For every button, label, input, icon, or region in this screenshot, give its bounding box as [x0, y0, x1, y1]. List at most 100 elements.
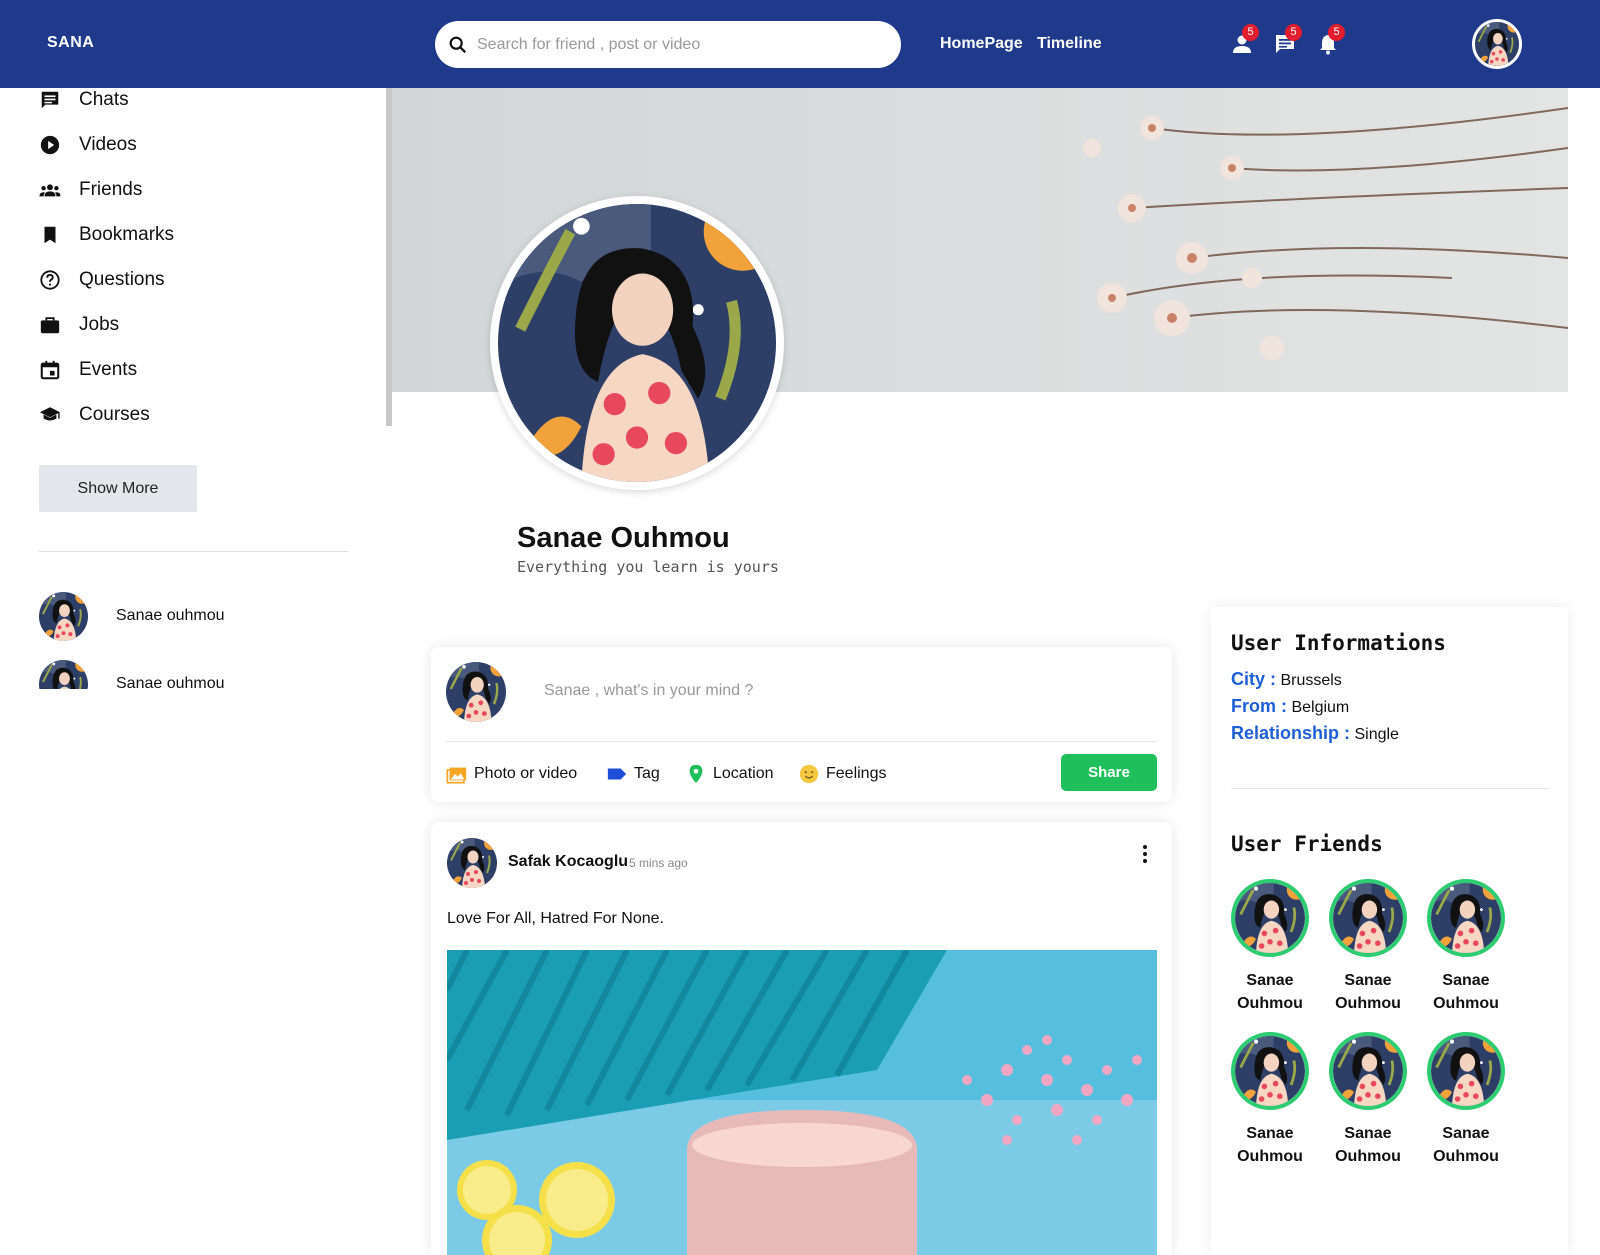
friend-first-name: Sanae	[1246, 972, 1294, 989]
info-relationship: Relationship : Single	[1231, 723, 1399, 744]
right-panel: User Informations City : Brussels From :…	[1211, 607, 1568, 1255]
emoji-icon	[799, 764, 819, 784]
messages-badge: 5	[1285, 24, 1302, 41]
share-option-feelings[interactable]: Feelings	[798, 763, 886, 785]
search-input[interactable]	[477, 35, 877, 54]
sidebar-item-label: Videos	[79, 134, 137, 155]
sidebar-item-label: Jobs	[79, 314, 120, 335]
app-logo[interactable]: SANA	[47, 34, 94, 52]
info-key: From :	[1231, 696, 1287, 716]
user-friend[interactable]: Sanae Ouhmou	[1426, 1032, 1506, 1168]
sidebar-item-label: Friends	[79, 179, 143, 200]
friend-first-name: Sanae	[1246, 1125, 1294, 1142]
sidebar-friend[interactable]: Sanae ouhmou	[39, 591, 225, 641]
bookmark-icon	[44, 226, 56, 244]
label-icon	[607, 768, 627, 780]
friend-name: Sanae ouhmou	[116, 607, 225, 624]
search-bar[interactable]	[435, 21, 901, 68]
friend-first-name: Sanae	[1344, 972, 1392, 989]
user-friend[interactable]: Sanae Ouhmou	[1426, 879, 1506, 1015]
share-button[interactable]: Share	[1061, 754, 1157, 791]
sidebar-item-bookmarks[interactable]: Bookmarks	[39, 220, 174, 250]
sidebar-item-label: Courses	[79, 404, 150, 425]
briefcase-icon	[40, 317, 60, 334]
sidebar-item-jobs[interactable]: Jobs	[39, 310, 119, 340]
user-avatar[interactable]	[1472, 19, 1522, 69]
show-more-button[interactable]: Show More	[39, 465, 197, 512]
sidebar-item-label: Chats	[79, 89, 129, 110]
avatar	[1333, 883, 1403, 953]
user-friend[interactable]: Sanae Ouhmou	[1328, 879, 1408, 1015]
profile-name: Sanae Ouhmou	[517, 522, 730, 554]
divider	[1231, 788, 1548, 789]
avatar	[1235, 883, 1305, 953]
avatar	[1235, 1036, 1305, 1106]
share-option-photo[interactable]: Photo or video	[446, 763, 577, 785]
more-vert-icon[interactable]	[1133, 842, 1157, 866]
avatar[interactable]	[447, 838, 497, 888]
share-option-label: Photo or video	[474, 765, 578, 782]
avatar	[39, 660, 88, 690]
profile-picture[interactable]	[490, 196, 784, 490]
user-info-title: User Informations	[1231, 631, 1446, 655]
chat-icon	[41, 91, 59, 109]
info-value: Belgium	[1291, 699, 1350, 716]
share-input[interactable]	[544, 682, 1104, 700]
share-option-tag[interactable]: Tag	[606, 763, 660, 785]
nav-timeline-link[interactable]: Timeline	[1037, 35, 1102, 53]
avatar	[39, 592, 88, 641]
friend-first-name: Sanae	[1344, 1125, 1392, 1142]
top-navbar: SANA HomePage Timeline 5 5 5	[0, 0, 1600, 88]
user-friend[interactable]: Sanae Ouhmou	[1328, 1032, 1408, 1168]
play-circle-icon	[40, 135, 60, 155]
group-icon	[39, 184, 61, 197]
friend-requests-badge: 5	[1242, 24, 1259, 41]
notifications-button[interactable]: 5	[1316, 24, 1345, 56]
avatar	[1333, 1036, 1403, 1106]
sidebar-item-chats[interactable]: Chats	[39, 88, 129, 115]
friend-requests-button[interactable]: 5	[1230, 24, 1259, 56]
share-option-label: Feelings	[826, 765, 887, 782]
post-timestamp: 5 mins ago	[629, 856, 688, 870]
user-friend[interactable]: Sanae Ouhmou	[1230, 1032, 1310, 1168]
sidebar-item-events[interactable]: Events	[39, 355, 137, 385]
question-icon	[40, 270, 60, 290]
search-icon	[449, 36, 467, 53]
avatar	[446, 662, 506, 722]
avatar	[1431, 1036, 1501, 1106]
info-value: Brussels	[1280, 672, 1342, 689]
sidebar-item-courses[interactable]: Courses	[39, 400, 150, 430]
share-option-label: Location	[713, 765, 774, 782]
post-author[interactable]: Safak Kocaoglu	[508, 853, 628, 871]
sidebar-item-videos[interactable]: Videos	[39, 130, 137, 160]
messages-button[interactable]: 5	[1273, 24, 1302, 56]
sidebar-item-friends[interactable]: Friends	[39, 175, 142, 205]
share-box: Photo or video Tag Location Feelings Sha…	[431, 647, 1172, 802]
sidebar-item-questions[interactable]: Questions	[39, 265, 165, 295]
location-pin-icon	[689, 764, 703, 784]
user-friend[interactable]: Sanae Ouhmou	[1230, 879, 1310, 1015]
graduation-cap-icon	[39, 407, 61, 421]
profile-description: Everything you learn is yours	[517, 558, 779, 576]
photo-icon	[446, 767, 467, 784]
sidebar-item-label: Bookmarks	[79, 224, 175, 245]
notifications-badge: 5	[1328, 24, 1345, 41]
friend-first-name: Sanae	[1442, 1125, 1490, 1142]
sidebar-friend[interactable]: Sanae ouhmou	[39, 659, 225, 689]
user-friends-title: User Friends	[1231, 832, 1383, 856]
info-from: From : Belgium	[1231, 696, 1349, 717]
friend-last-name: Ouhmou	[1433, 1148, 1499, 1165]
info-key: City :	[1231, 669, 1276, 689]
info-key: Relationship :	[1231, 723, 1351, 743]
info-value: Single	[1354, 726, 1399, 743]
nav-homepage-link[interactable]: HomePage	[940, 35, 1023, 53]
friend-last-name: Ouhmou	[1237, 1148, 1303, 1165]
divider	[446, 741, 1157, 742]
left-sidebar: Chats Videos Friends Bookmarks Questions…	[0, 88, 392, 689]
post-image[interactable]	[447, 950, 1157, 1255]
friend-last-name: Ouhmou	[1335, 995, 1401, 1012]
post-card: Safak Kocaoglu 5 mins ago Love For All, …	[431, 822, 1172, 1255]
sidebar-item-label: Questions	[79, 269, 165, 290]
share-option-location[interactable]: Location	[685, 763, 774, 785]
calendar-icon	[40, 360, 60, 380]
